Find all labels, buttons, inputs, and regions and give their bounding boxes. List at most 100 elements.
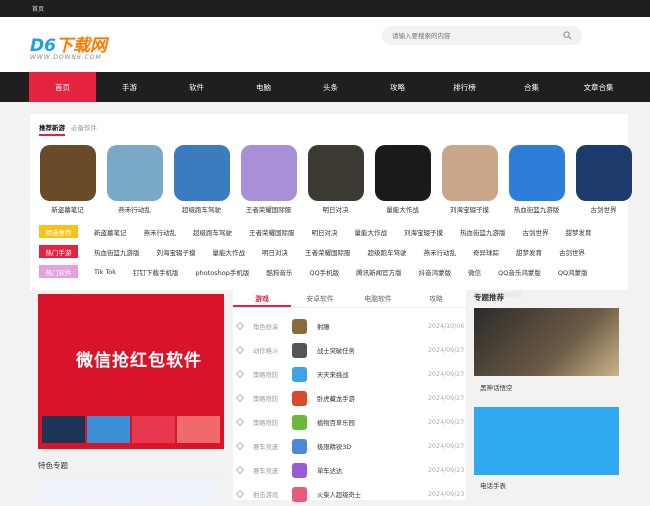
tab-android-software[interactable]: 安卓软件 <box>291 290 349 307</box>
app-name[interactable]: 古剑世界 <box>575 204 632 214</box>
item-icon[interactable] <box>292 318 307 334</box>
nav-software[interactable]: 软件 <box>163 72 230 102</box>
tab-pc-software[interactable]: 电脑软件 <box>349 290 407 307</box>
item-icon[interactable] <box>292 390 307 406</box>
tag-link[interactable]: 热血街篮九游版 <box>94 247 140 257</box>
tag-link[interactable]: 微信 <box>468 267 481 277</box>
nav-rankings[interactable]: 排行榜 <box>431 72 498 102</box>
item-icon[interactable] <box>292 342 307 358</box>
tag-link[interactable]: 古剑世界 <box>523 227 549 237</box>
app-name[interactable]: 王者荣耀国际服 <box>240 204 297 214</box>
tag-link[interactable]: 新盗墓笔记 <box>94 227 127 237</box>
app-item[interactable]: 热血街篮九游版 <box>508 145 565 214</box>
nav-collections[interactable]: 合集 <box>498 72 565 102</box>
app-name[interactable]: 热血街篮九游版 <box>508 204 565 214</box>
app-item[interactable]: 明日对决 <box>307 145 364 214</box>
tag-link[interactable]: 超级跑车驾驶 <box>368 247 407 257</box>
tag-link[interactable]: 抖音鸿蒙版 <box>419 267 452 277</box>
item-name[interactable]: 射雕 <box>317 322 330 331</box>
tag-link[interactable]: 酷狗音乐 <box>266 267 292 277</box>
tag-row-label[interactable]: 热门手游 <box>39 245 78 258</box>
topic-image[interactable] <box>474 407 619 475</box>
top-home-link[interactable]: 首页 <box>32 4 44 13</box>
item-name[interactable]: 植物百草乐园 <box>317 418 355 427</box>
tag-link[interactable]: 热血街篮九游版 <box>460 227 506 237</box>
app-icon[interactable] <box>374 145 431 201</box>
item-name[interactable]: 卧虎藏龙手游 <box>317 394 355 403</box>
tag-link[interactable]: 腾讯新闻官方版 <box>356 267 402 277</box>
item-icon[interactable] <box>292 486 307 502</box>
list-item[interactable]: 赛车竞速 单车达达 2024/09/23 <box>233 458 466 482</box>
tag-link[interactable]: QQ音乐鸿蒙版 <box>498 267 541 277</box>
tag-link[interactable]: 明日对决 <box>262 247 288 257</box>
tag-link[interactable]: 燕禾行动乱 <box>424 247 457 257</box>
topic-caption[interactable]: 电话手表 <box>480 480 506 490</box>
app-icon[interactable] <box>307 145 364 201</box>
nav-news[interactable]: 头条 <box>297 72 364 102</box>
list-item[interactable]: 策略塔防 卧虎藏龙手游 2024/09/27 <box>233 386 466 410</box>
topic-image[interactable] <box>474 308 619 376</box>
special-card[interactable] <box>99 481 156 501</box>
list-item[interactable]: 角色扮演 射雕 2024/10/06 <box>233 314 466 338</box>
list-item[interactable]: 射击游戏 火柴人超级奇士 2024/09/23 <box>233 482 466 506</box>
banner-thumb[interactable] <box>177 416 220 443</box>
tag-link[interactable]: 燕禾行动乱 <box>144 227 177 237</box>
tag-link[interactable]: 王者荣耀国际服 <box>305 247 351 257</box>
tag-link[interactable]: QQ鸿蒙版 <box>558 267 588 277</box>
special-card[interactable] <box>38 481 95 501</box>
tag-link[interactable]: Tik Tok <box>94 268 116 276</box>
tab-new-games[interactable]: 推荐新游 <box>39 122 65 136</box>
app-item[interactable]: 燕禾行动乱 <box>106 145 163 214</box>
app-item[interactable]: 古剑世界 <box>575 145 632 214</box>
list-item[interactable]: 策略塔防 植物百草乐园 2024/09/27 <box>233 410 466 434</box>
tag-link[interactable]: 刘海宝辍子摸 <box>404 227 443 237</box>
app-icon[interactable] <box>173 145 230 201</box>
tag-link[interactable]: QQ手机版 <box>309 267 339 277</box>
app-name[interactable]: 明日对决 <box>307 204 364 214</box>
site-logo[interactable]: D6下载网 WWW.DOWN6.COM <box>30 31 125 61</box>
tab-essential-software[interactable]: 必备软件 <box>71 122 97 136</box>
app-item[interactable]: 超级跑车驾驶 <box>173 145 230 214</box>
tag-link[interactable]: photoshop手机版 <box>196 267 250 277</box>
banner-thumb[interactable] <box>42 416 85 443</box>
banner-thumb[interactable] <box>132 416 175 443</box>
app-icon[interactable] <box>441 145 498 201</box>
tag-link[interactable]: 甜梦发育 <box>516 247 542 257</box>
tag-link[interactable]: 刘海宝辍子摸 <box>157 247 196 257</box>
tag-link[interactable]: 量能大作战 <box>355 227 388 237</box>
list-item[interactable]: 策略塔防 天天来挑战 2024/09/27 <box>233 362 466 386</box>
item-icon[interactable] <box>292 438 307 454</box>
tag-link[interactable]: 钉钉下载手机版 <box>133 267 179 277</box>
app-icon[interactable] <box>106 145 163 201</box>
tab-guides[interactable]: 攻略 <box>407 290 465 307</box>
item-name[interactable]: 天天来挑战 <box>317 370 348 379</box>
app-item[interactable]: 刘海宝辍子摸 <box>441 145 498 214</box>
tag-link[interactable]: 超级跑车驾驶 <box>193 227 232 237</box>
tag-link[interactable]: 古剑世界 <box>559 247 585 257</box>
hero-banner[interactable]: 微信抢红包软件 <box>38 294 224 449</box>
search-icon[interactable] <box>563 31 572 40</box>
item-name[interactable]: 火柴人超级奇士 <box>317 490 361 499</box>
app-item[interactable]: 王者荣耀国际服 <box>240 145 297 214</box>
tag-link[interactable]: 奇异球踪 <box>473 247 499 257</box>
tag-link[interactable]: 明日对决 <box>312 227 338 237</box>
app-name[interactable]: 燕禾行动乱 <box>106 204 163 214</box>
app-name[interactable]: 量能大作战 <box>374 204 431 214</box>
nav-mobile-games[interactable]: 手游 <box>96 72 163 102</box>
nav-pc[interactable]: 电脑 <box>230 72 297 102</box>
item-icon[interactable] <box>292 366 307 382</box>
app-icon[interactable] <box>39 145 96 201</box>
nav-home[interactable]: 首页 <box>29 72 96 102</box>
item-icon[interactable] <box>292 462 307 478</box>
tag-row-label[interactable]: 热门软件 <box>39 265 78 278</box>
nav-guides[interactable]: 攻略 <box>364 72 431 102</box>
app-icon[interactable] <box>508 145 565 201</box>
tag-link[interactable]: 量能大作战 <box>213 247 246 257</box>
banner-thumb[interactable] <box>87 416 130 443</box>
item-name[interactable]: 单车达达 <box>317 466 342 475</box>
nav-article-collections[interactable]: 文章合集 <box>565 72 632 102</box>
topic-caption[interactable]: 黑神话悟空 <box>480 382 513 392</box>
app-name[interactable]: 刘海宝辍子摸 <box>441 204 498 214</box>
tab-games[interactable]: 游戏 <box>233 290 291 307</box>
app-name[interactable]: 新盗墓笔记 <box>39 204 96 214</box>
